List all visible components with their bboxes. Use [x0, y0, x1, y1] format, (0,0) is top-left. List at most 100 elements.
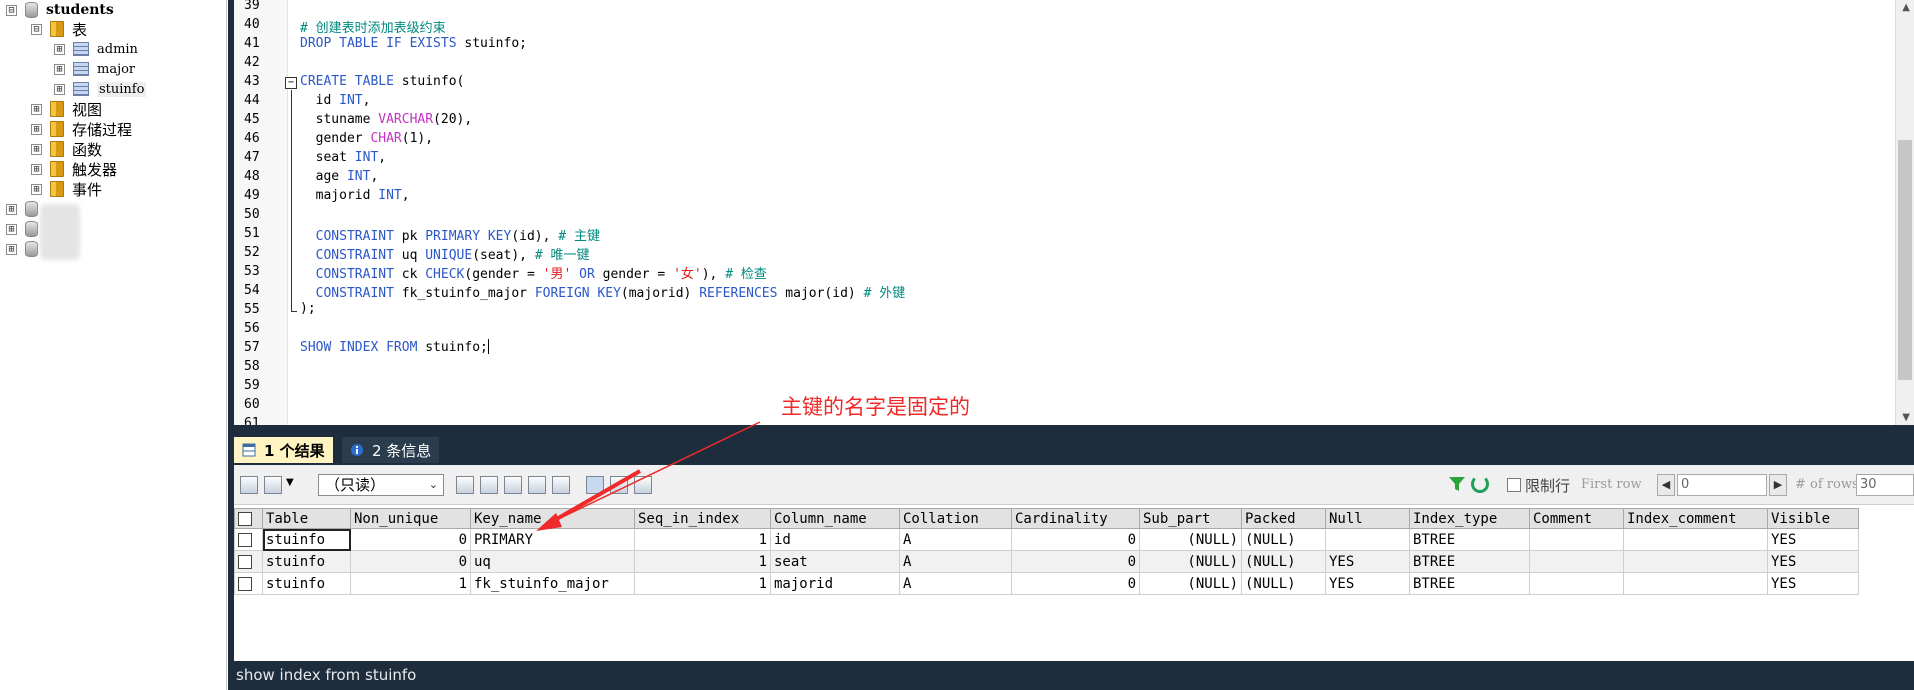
form-view-icon[interactable] [610, 476, 628, 494]
expand-icon[interactable]: ⊞ [54, 83, 65, 95]
table-cell[interactable]: YES [1767, 528, 1859, 551]
tab-messages[interactable]: 2 条信息 [342, 437, 440, 463]
grid-view-icon[interactable] [586, 476, 604, 494]
column-header[interactable]: Non_unique [350, 508, 471, 529]
row-checkbox[interactable] [238, 576, 252, 591]
table-cell[interactable]: A [899, 528, 1012, 551]
rows-count-input[interactable]: 30 [1856, 474, 1914, 496]
table-cell[interactable] [1325, 528, 1410, 551]
table-cell[interactable] [1529, 550, 1624, 573]
tree-folder-tables[interactable]: ⊟ 表 [31, 19, 87, 39]
next-page-icon[interactable]: ▶ [1769, 474, 1787, 496]
collapse-icon[interactable]: ⊟ [6, 4, 17, 16]
row-select[interactable] [234, 528, 263, 551]
column-header[interactable]: Comment [1529, 508, 1624, 529]
column-header[interactable]: Index_type [1409, 508, 1530, 529]
text-view-icon[interactable] [634, 476, 652, 494]
tree-folder-procedures[interactable]: ⊞ 存储过程 [31, 119, 132, 139]
table-cell[interactable]: BTREE [1409, 550, 1530, 573]
table-cell[interactable]: uq [470, 550, 635, 573]
cancel-icon[interactable] [552, 476, 570, 494]
expand-icon[interactable]: ⊞ [31, 163, 42, 175]
tree-folder-triggers[interactable]: ⊞ 触发器 [31, 159, 117, 179]
table-cell[interactable] [1623, 550, 1768, 573]
table-cell[interactable]: YES [1767, 572, 1859, 595]
column-header[interactable]: Seq_in_index [634, 508, 771, 529]
filter-icon[interactable] [1448, 475, 1466, 493]
delete-icon[interactable] [528, 476, 546, 494]
column-header[interactable]: Collation [899, 508, 1012, 529]
sql-editor[interactable]: 39 40 41 42 43 44 45 46 47 48 49 50 51 52 53 54 55 56 57 58… [228, 0, 1914, 425]
tree-folder-events[interactable]: ⊞ 事件 [31, 179, 102, 199]
table-cell[interactable]: A [899, 572, 1012, 595]
expand-icon[interactable]: ⊞ [6, 203, 17, 215]
column-header[interactable]: Key_name [470, 508, 635, 529]
row-checkbox[interactable] [238, 554, 252, 569]
tab-results[interactable]: 1 个结果 [234, 437, 333, 463]
table-cell[interactable] [1623, 528, 1768, 551]
table-cell[interactable]: YES [1325, 572, 1410, 595]
column-header[interactable]: Visible [1767, 508, 1859, 529]
select-all-checkbox[interactable] [238, 511, 252, 526]
expand-icon[interactable]: ⊞ [54, 63, 65, 75]
table-cell[interactable] [1529, 528, 1624, 551]
table-cell[interactable]: (NULL) [1139, 572, 1242, 595]
table-cell[interactable]: (NULL) [1241, 572, 1326, 595]
table-cell[interactable]: PRIMARY [470, 528, 635, 551]
mode-select[interactable]: （只读） ⌄ [318, 474, 444, 496]
tree-folder-views[interactable]: ⊞ 视图 [31, 99, 102, 119]
refresh-icon[interactable] [1471, 475, 1489, 493]
table-cell[interactable]: stuinfo [262, 550, 351, 573]
first-row-input[interactable]: 0 [1677, 474, 1767, 496]
table-cell[interactable]: (NULL) [1241, 550, 1326, 573]
collapse-icon[interactable]: ⊟ [31, 23, 42, 35]
table-cell[interactable]: seat [770, 550, 900, 573]
expand-icon[interactable]: ⊞ [31, 183, 42, 195]
tree-table-major[interactable]: ⊞ major [54, 59, 135, 79]
expand-icon[interactable]: ⊞ [54, 43, 65, 55]
table-cell[interactable] [1623, 572, 1768, 595]
table-cell[interactable]: (NULL) [1139, 550, 1242, 573]
table-cell[interactable]: id [770, 528, 900, 551]
limit-rows-checkbox[interactable] [1507, 478, 1521, 492]
copy-icon[interactable] [480, 476, 498, 494]
table-cell[interactable]: majorid [770, 572, 900, 595]
chevron-down-icon[interactable]: ▼ [286, 477, 294, 488]
select-all-header[interactable] [234, 508, 263, 529]
save-icon[interactable] [456, 476, 474, 494]
column-header[interactable]: Sub_part [1139, 508, 1242, 529]
table-cell[interactable]: fk_stuinfo_major [470, 572, 635, 595]
table-cell[interactable]: YES [1325, 550, 1410, 573]
table-cell[interactable]: 1 [634, 550, 771, 573]
table-cell[interactable]: BTREE [1409, 528, 1530, 551]
tree-db-students[interactable]: ⊟ students [6, 0, 114, 20]
table-cell[interactable]: YES [1767, 550, 1859, 573]
expand-icon[interactable]: ⊞ [31, 123, 42, 135]
disk-icon[interactable] [504, 476, 522, 494]
expand-icon[interactable]: ⊞ [31, 103, 42, 115]
column-header[interactable]: Column_name [770, 508, 900, 529]
table-cell[interactable]: BTREE [1409, 572, 1530, 595]
column-header[interactable]: Table [262, 508, 351, 529]
table-cell[interactable]: 1 [634, 528, 771, 551]
table-cell[interactable]: 1 [350, 572, 471, 595]
tree-table-admin[interactable]: ⊞ admin [54, 39, 138, 59]
expand-icon[interactable]: ⊞ [6, 243, 17, 255]
table-cell[interactable] [1529, 572, 1624, 595]
editor-scrollbar[interactable]: ▲ ▼ [1895, 0, 1914, 425]
table-row[interactable]: stuinfo 0 PRIMARY 1 id A 0 (NULL) (NULL)… [234, 528, 1859, 551]
fold-toggle[interactable]: − [285, 77, 297, 89]
column-header[interactable]: Cardinality [1011, 508, 1140, 529]
row-select[interactable] [234, 572, 263, 595]
expand-icon[interactable]: ⊞ [6, 223, 17, 235]
scroll-down-icon[interactable]: ▼ [1902, 412, 1910, 423]
column-header[interactable]: Packed [1241, 508, 1326, 529]
table-cell[interactable]: (NULL) [1139, 528, 1242, 551]
table-cell[interactable]: 0 [1011, 572, 1140, 595]
prev-page-icon[interactable]: ◀ [1657, 474, 1675, 496]
column-header[interactable]: Index_comment [1623, 508, 1768, 529]
table-cell[interactable]: 0 [1011, 528, 1140, 551]
table-cell[interactable]: stuinfo [262, 528, 351, 551]
table-cell[interactable]: 0 [350, 550, 471, 573]
table-row[interactable]: stuinfo 1 fk_stuinfo_major 1 majorid A 0… [234, 572, 1859, 595]
